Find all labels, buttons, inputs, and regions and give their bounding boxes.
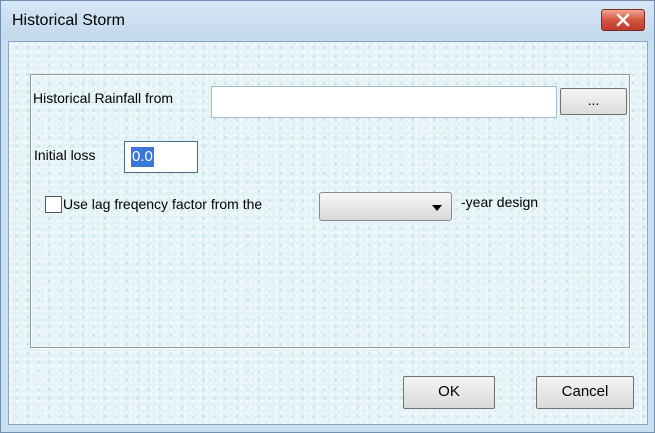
cancel-button[interactable]: Cancel <box>536 376 634 409</box>
window-title: Historical Storm <box>12 12 125 29</box>
rainfall-label: Historical Rainfall from <box>33 90 174 106</box>
browse-button[interactable]: ... <box>560 88 627 115</box>
title-bar[interactable]: Historical Storm <box>1 1 654 41</box>
close-icon <box>616 13 630 27</box>
initial-loss-input[interactable]: 0.0 <box>124 141 198 173</box>
dialog-client-area: Historical Rainfall from ... Initial los… <box>8 41 648 425</box>
use-lag-checkbox[interactable] <box>45 196 62 213</box>
ok-button[interactable]: OK <box>403 376 495 409</box>
rainfall-file-input[interactable] <box>211 86 557 118</box>
design-year-select[interactable] <box>319 192 452 221</box>
dialog-window: Historical Storm Historical Rainfall fro… <box>0 0 655 433</box>
year-design-label: -year design <box>461 194 539 210</box>
chevron-down-icon <box>432 205 442 211</box>
initial-loss-value: 0.0 <box>131 147 154 167</box>
close-button[interactable] <box>601 9 645 31</box>
initial-loss-label: Initial loss <box>34 147 96 163</box>
use-lag-label[interactable]: Use lag freqency factor from the <box>63 196 262 212</box>
